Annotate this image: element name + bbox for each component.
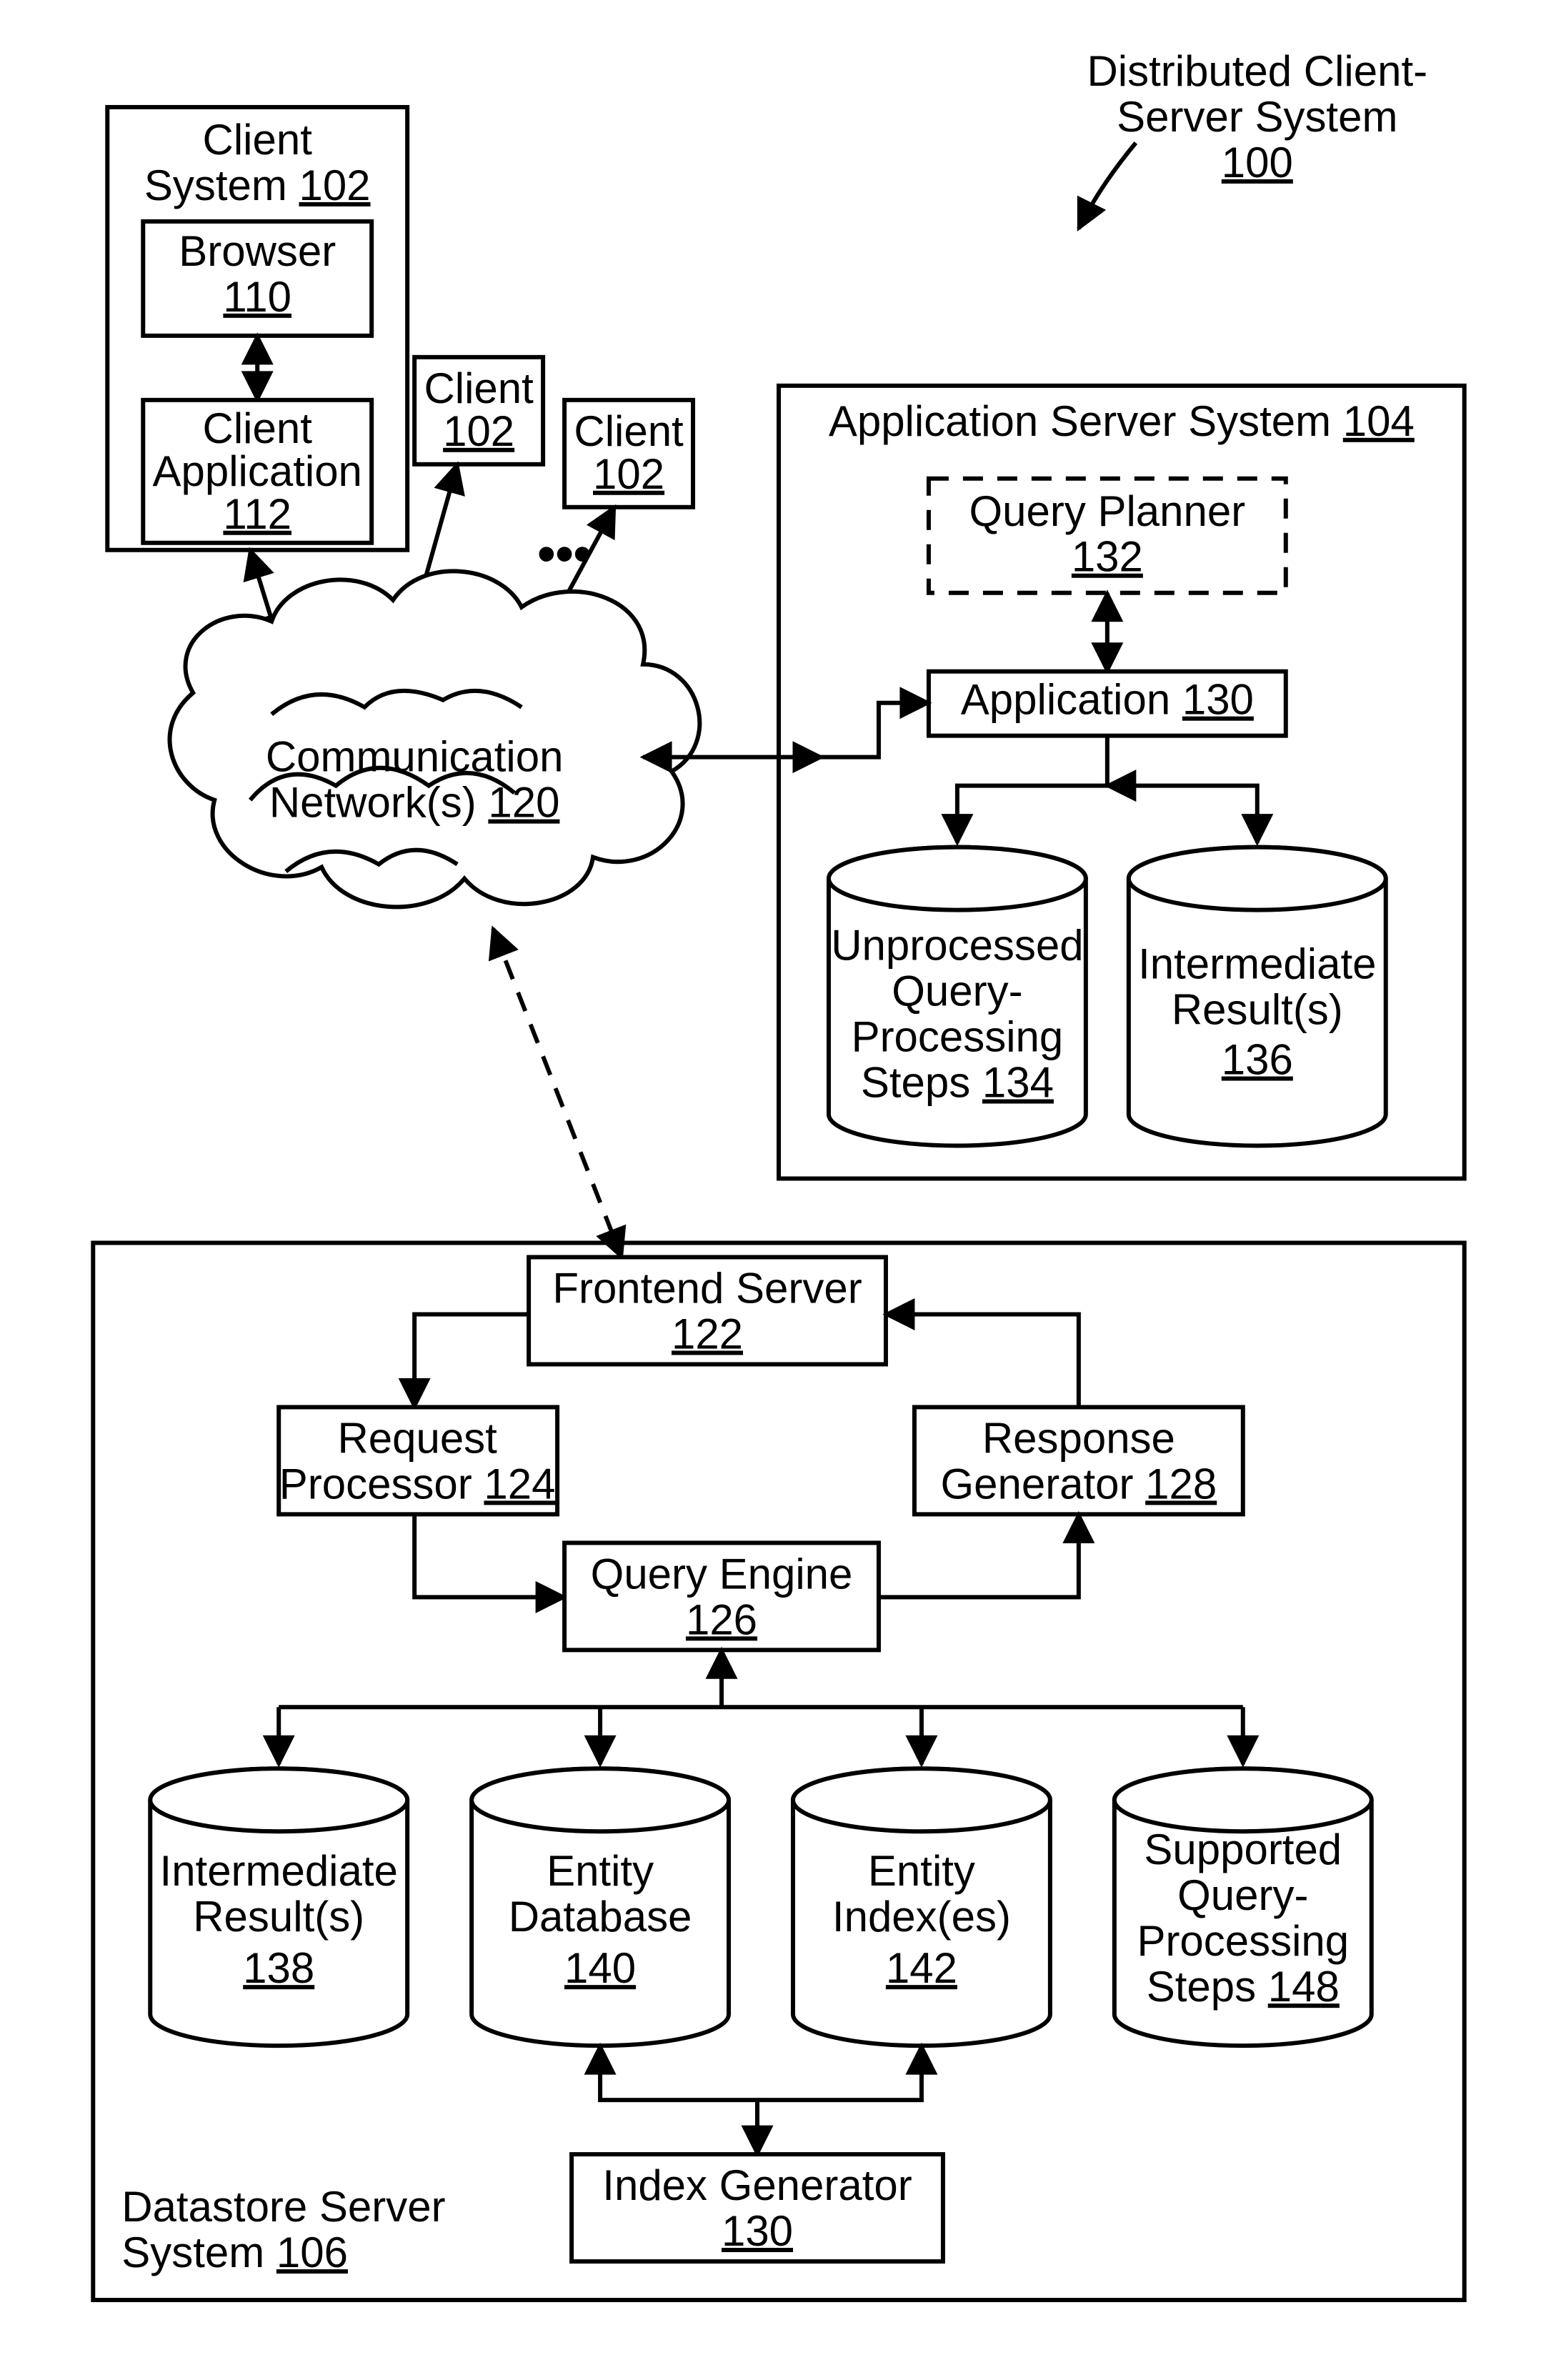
cloud-l2: Network(s) bbox=[269, 779, 477, 827]
datastore-l2: System bbox=[121, 2229, 264, 2276]
unproc-l4: Steps bbox=[861, 1059, 970, 1107]
application-l1: Application bbox=[961, 676, 1170, 724]
client-system-box: Client System 102 Browser 110 Client App… bbox=[107, 107, 407, 550]
link-respgen-frontend bbox=[886, 1314, 1079, 1407]
title-l1: Distributed Client- bbox=[1087, 47, 1428, 95]
browser-num: 110 bbox=[223, 273, 291, 321]
entitydb-num: 140 bbox=[564, 1944, 636, 1992]
svg-text:Steps 134: Steps 134 bbox=[861, 1059, 1054, 1107]
title-block: Distributed Client- Server System 100 bbox=[1079, 47, 1427, 229]
entitydb-l2: Database bbox=[509, 1893, 692, 1941]
link-reqproc-qe bbox=[414, 1514, 564, 1597]
appserver-l1: Application Server System bbox=[829, 397, 1331, 445]
entityidx-num: 142 bbox=[886, 1944, 957, 1992]
unproc-l1: Unprocessed bbox=[831, 922, 1083, 970]
client-app-l2: Application bbox=[153, 447, 362, 495]
diagram-canvas: Distributed Client- Server System 100 Cl… bbox=[0, 0, 1556, 2380]
unproc-num: 134 bbox=[982, 1059, 1054, 1107]
intermds-l2: Result(s) bbox=[193, 1893, 364, 1941]
entitydb-cylinder: Entity Database 140 bbox=[472, 1768, 729, 2046]
respgen-l1: Response bbox=[982, 1414, 1175, 1462]
reqproc-l2: Processor bbox=[279, 1460, 472, 1508]
qengine-l1: Query Engine bbox=[591, 1550, 853, 1598]
application-num: 130 bbox=[1182, 676, 1254, 724]
qengine-num: 126 bbox=[686, 1595, 757, 1643]
interm-as-num: 136 bbox=[1222, 1036, 1293, 1084]
title-arrow bbox=[1079, 143, 1136, 229]
indexgen-num: 130 bbox=[722, 2207, 793, 2255]
client-app-l1: Client bbox=[203, 404, 313, 452]
cloud-l1: Communication bbox=[266, 733, 564, 781]
interm-as-l2: Result(s) bbox=[1172, 986, 1343, 1034]
client-box-3: Client 102 bbox=[564, 400, 693, 507]
supported-num: 148 bbox=[1268, 1963, 1340, 2011]
supported-l2: Query- bbox=[1177, 1871, 1308, 1919]
svg-text:Processor 124: Processor 124 bbox=[279, 1460, 556, 1508]
title-num: 100 bbox=[1222, 139, 1293, 186]
unprocessed-cylinder: Unprocessed Query- Processing Steps 134 bbox=[829, 847, 1086, 1146]
client2-num: 102 bbox=[443, 407, 514, 455]
client-system-num: 102 bbox=[299, 161, 370, 209]
svg-text:Application 130: Application 130 bbox=[961, 676, 1254, 724]
indexgen-l1: Index Generator bbox=[602, 2161, 912, 2209]
entitydb-l1: Entity bbox=[547, 1847, 654, 1895]
interm-as-cylinder: Intermediate Result(s) 136 bbox=[1129, 847, 1386, 1146]
respgen-num: 128 bbox=[1145, 1460, 1217, 1508]
client-box-2: Client 102 bbox=[414, 357, 543, 464]
frontend-l1: Frontend Server bbox=[552, 1264, 862, 1312]
queryplanner-num: 132 bbox=[1072, 533, 1143, 581]
client3-l1: Client bbox=[574, 407, 684, 455]
entityidx-l2: Index(es) bbox=[832, 1893, 1011, 1941]
queryplanner-l1: Query Planner bbox=[969, 487, 1246, 535]
link-qe-respgen bbox=[879, 1514, 1079, 1597]
link-frontend-reqproc bbox=[414, 1314, 529, 1407]
frontend-num: 122 bbox=[672, 1310, 743, 1358]
supported-l1: Supported bbox=[1144, 1826, 1342, 1873]
supported-l3: Processing bbox=[1137, 1917, 1349, 1965]
client-system-l2: System bbox=[144, 161, 287, 209]
svg-text:Generator 128: Generator 128 bbox=[940, 1460, 1217, 1508]
interm-as-l1: Intermediate bbox=[1138, 940, 1376, 988]
client-app-num: 112 bbox=[223, 490, 291, 538]
svg-text:Client: Client bbox=[203, 116, 313, 164]
client3-num: 102 bbox=[593, 450, 664, 498]
unproc-l3: Processing bbox=[852, 1013, 1064, 1061]
datastore-num: 106 bbox=[276, 2229, 348, 2276]
dots-label: ••• bbox=[537, 526, 592, 583]
unproc-l2: Query- bbox=[892, 967, 1022, 1015]
reqproc-l1: Request bbox=[337, 1414, 497, 1462]
svg-text:System 102: System 102 bbox=[144, 161, 371, 209]
client2-l1: Client bbox=[424, 364, 534, 412]
entityidx-l1: Entity bbox=[868, 1847, 975, 1895]
cloud-num: 120 bbox=[488, 779, 559, 827]
link-app-unproc bbox=[957, 736, 1107, 843]
intermds-l1: Intermediate bbox=[160, 1847, 398, 1895]
svg-text:Network(s) 120: Network(s) 120 bbox=[269, 779, 560, 827]
title-l2: Server System bbox=[1117, 93, 1397, 141]
client-system-l1: Client bbox=[203, 116, 313, 164]
browser-l1: Browser bbox=[179, 227, 336, 275]
link-entitydb-idxgen bbox=[600, 2046, 757, 2157]
supported-l4: Steps bbox=[1147, 1963, 1256, 2011]
entityidx-cylinder: Entity Index(es) 142 bbox=[793, 1768, 1050, 2046]
intermds-num: 138 bbox=[243, 1944, 314, 1992]
svg-text:Steps 148: Steps 148 bbox=[1147, 1963, 1340, 2011]
cloud-network: Communication Network(s) 120 bbox=[170, 571, 700, 907]
link-cloud-frontend bbox=[493, 929, 622, 1258]
supported-cylinder: Supported Query- Processing Steps 148 bbox=[1114, 1768, 1372, 2046]
respgen-l2: Generator bbox=[940, 1460, 1133, 1508]
datastore-l1: Datastore Server bbox=[121, 2183, 445, 2231]
link-cloud-into-app bbox=[822, 703, 929, 757]
reqproc-num: 124 bbox=[484, 1460, 555, 1508]
svg-text:System 106: System 106 bbox=[121, 2229, 348, 2276]
app-server-system: Application Server System 104 Query Plan… bbox=[779, 386, 1465, 1179]
appserver-num: 104 bbox=[1343, 397, 1415, 445]
datastore-system: Datastore Server System 106 Frontend Ser… bbox=[93, 1243, 1464, 2300]
interm-ds-cylinder: Intermediate Result(s) 138 bbox=[150, 1768, 407, 2046]
svg-text:Application Server System 104: Application Server System 104 bbox=[829, 397, 1415, 445]
link-app-interm bbox=[1107, 786, 1257, 843]
link-entityidx-idxgen bbox=[757, 2046, 922, 2100]
